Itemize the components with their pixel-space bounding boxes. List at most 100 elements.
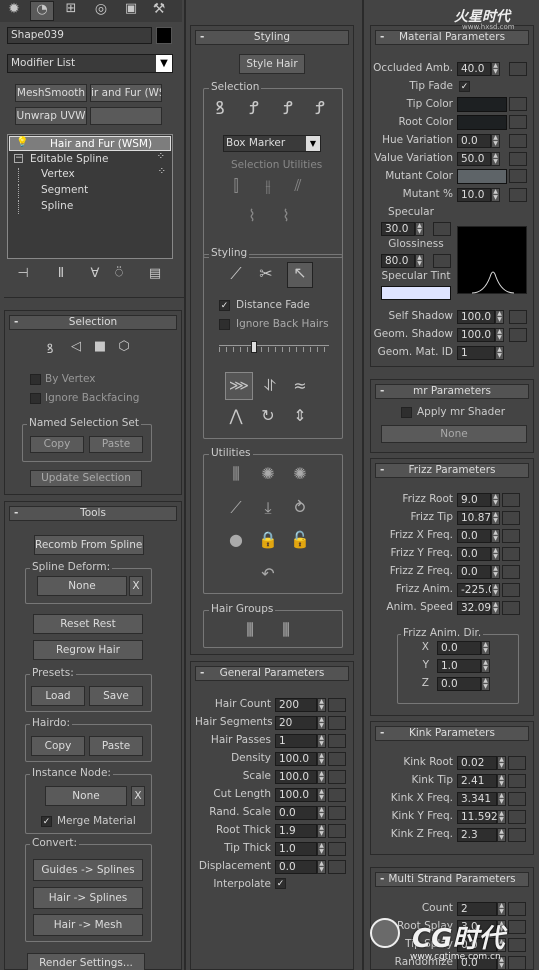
light-bulb-icon[interactable]: 💡 xyxy=(16,137,28,148)
hue-variation-field[interactable]: 0.0 xyxy=(457,134,491,148)
remove-modifier-icon[interactable]: ⍥ xyxy=(110,266,128,281)
param-map-button[interactable] xyxy=(328,842,346,856)
guides-to-splines-button[interactable]: Guides -> Splines xyxy=(33,859,143,881)
translate-tool-icon[interactable]: ⋙ xyxy=(225,372,253,400)
object-name-field[interactable]: Shape039 xyxy=(7,27,152,44)
hair-to-mesh-button[interactable]: Hair -> Mesh xyxy=(33,914,143,936)
param-value-field[interactable]: 2.3 xyxy=(457,828,497,842)
modifier-stack[interactable]: 💡 Hair and Fur (WSM) − Editable Spline ⁘… xyxy=(7,134,173,259)
recomb-icon[interactable]: ⤓ xyxy=(257,498,279,518)
mutant-color-swatch[interactable] xyxy=(457,169,507,184)
value-variation-map-button[interactable] xyxy=(509,152,527,166)
param-map-button[interactable] xyxy=(328,806,346,820)
hair-fur-button[interactable]: ir and Fur (WS xyxy=(90,84,162,102)
geom-shadow-field[interactable]: 100.0 xyxy=(457,328,495,342)
param-value-field[interactable]: 100.0 xyxy=(275,770,317,784)
geom-shadow-map-button[interactable] xyxy=(509,328,527,342)
hide-selected-icon[interactable]: ⌇ xyxy=(241,206,263,225)
param-map-button[interactable] xyxy=(328,824,346,838)
rollout-header[interactable]: - Selection xyxy=(9,315,177,330)
param-map-button[interactable] xyxy=(328,716,346,730)
param-value-field[interactable]: 0.02 xyxy=(457,756,497,770)
param-map-button[interactable] xyxy=(508,756,526,770)
recomb-from-splines-button[interactable]: Recomb From Splines xyxy=(34,535,144,555)
param-map-button[interactable] xyxy=(502,547,520,561)
hair-to-splines-button[interactable]: Hair -> Splines xyxy=(33,887,143,909)
rollout-header[interactable]: - General Parameters xyxy=(195,666,349,681)
utilities-tab-icon[interactable]: ⚒ xyxy=(148,1,170,21)
param-value-field[interactable]: 1 xyxy=(275,734,317,748)
spinner-arrows[interactable]: ▲ ▼ xyxy=(481,659,490,673)
param-map-button[interactable] xyxy=(328,698,346,712)
split-groups-icon[interactable]: ⫼ xyxy=(239,620,261,640)
param-value-field[interactable]: 20 xyxy=(275,716,317,730)
rollout-header[interactable]: - mr Parameters xyxy=(375,384,529,399)
spinner-arrows[interactable]: ▲ ▼ xyxy=(415,222,424,236)
specular-map-button[interactable] xyxy=(433,222,451,236)
param-map-button[interactable] xyxy=(328,860,346,874)
style-hair-button[interactable]: Style Hair xyxy=(239,54,305,74)
attenuate-icon[interactable]: ⫼ xyxy=(225,464,247,484)
spinner-arrows[interactable]: ▲ ▼ xyxy=(497,810,506,824)
mutant-pct-field[interactable]: 10.0 xyxy=(457,188,491,202)
spinner-arrows[interactable]: ▲ ▼ xyxy=(491,511,500,525)
stack-item-hair-fur[interactable]: 💡 Hair and Fur (WSM) xyxy=(9,136,171,151)
param-value-field[interactable]: 32.09 xyxy=(457,601,491,615)
param-map-button[interactable] xyxy=(508,810,526,824)
toggle-collisions-icon[interactable]: ⟋ xyxy=(225,498,247,518)
create-tab-icon[interactable]: ✹ xyxy=(3,1,25,21)
param-map-button[interactable] xyxy=(502,583,520,597)
param-value-field[interactable]: 11.592 xyxy=(457,810,498,824)
meshsmooth-button[interactable]: MeshSmooth xyxy=(15,84,87,102)
param-map-button[interactable] xyxy=(328,734,346,748)
instance-node-clear-button[interactable]: X xyxy=(131,786,145,806)
rollout-header[interactable]: - Tools xyxy=(9,506,177,521)
spinner-arrows[interactable]: ▲ ▼ xyxy=(317,698,326,712)
select-guide-vertices-icon[interactable]: Ꝭ xyxy=(277,96,299,120)
collapse-minus-icon[interactable]: − xyxy=(14,154,23,163)
rollout-header[interactable]: - Material Parameters xyxy=(375,30,529,45)
param-map-button[interactable] xyxy=(502,565,520,579)
puff-roots-icon[interactable]: ≈ xyxy=(289,376,311,395)
ignore-backfacing-checkbox[interactable] xyxy=(30,393,41,404)
rollout-header[interactable]: - Multi Strand Parameters xyxy=(375,872,529,887)
param-value-field[interactable]: 100.0 xyxy=(275,752,317,766)
display-tab-icon[interactable]: ▣ xyxy=(120,1,142,21)
spline-deform-none-button[interactable]: None xyxy=(37,576,127,596)
expand-selection-icon[interactable]: ⫽ xyxy=(287,176,309,196)
spinner-arrows[interactable]: ▲ ▼ xyxy=(317,752,326,766)
empty-modifier-button[interactable] xyxy=(90,107,162,125)
param-map-button[interactable] xyxy=(328,752,346,766)
show-hidden-icon[interactable]: ⌇ xyxy=(275,206,297,225)
load-preset-button[interactable]: Load xyxy=(31,686,85,706)
spinner-arrows[interactable]: ▲ ▼ xyxy=(491,565,500,579)
root-color-map-button[interactable] xyxy=(509,115,527,129)
pin-stack-icon[interactable]: ⊣ xyxy=(14,266,32,281)
param-map-button[interactable] xyxy=(502,493,520,507)
mutant-pct-map-button[interactable] xyxy=(509,188,527,202)
segment-select-icon[interactable]: ◁ xyxy=(67,339,85,354)
make-unique-icon[interactable]: ∀ xyxy=(86,266,104,281)
select-whole-guide-icon[interactable]: Ꝭ xyxy=(243,96,265,120)
spinner-arrows[interactable]: ▲ ▼ xyxy=(491,493,500,507)
marker-type-dropdown[interactable]: Box Marker ▼ xyxy=(223,135,321,152)
save-preset-button[interactable]: Save xyxy=(89,686,143,706)
lock-icon[interactable]: 🔒 xyxy=(257,530,279,549)
spinner-arrows[interactable]: ▲ ▼ xyxy=(481,641,490,655)
motion-tab-icon[interactable]: ◎ xyxy=(90,1,112,21)
toggle-hair-icon[interactable]: ● xyxy=(225,530,247,549)
param-value-field[interactable]: 0.0 xyxy=(457,565,491,579)
param-map-button[interactable] xyxy=(508,792,526,806)
clump-tool-icon[interactable]: ⋀ xyxy=(225,406,247,425)
paste-hairdo-button[interactable]: Paste xyxy=(89,736,143,756)
param-map-button[interactable] xyxy=(502,529,520,543)
hair-brush-icon[interactable]: ⟋ xyxy=(225,264,247,284)
hue-variation-map-button[interactable] xyxy=(509,134,527,148)
spinner-arrows[interactable]: ▲ ▼ xyxy=(491,547,500,561)
spinner-arrows[interactable]: ▲ ▼ xyxy=(491,188,500,202)
invert-selection-icon[interactable]: ⫿ xyxy=(225,176,247,196)
occluded-amb-map-button[interactable] xyxy=(509,62,527,76)
tip-color-map-button[interactable] xyxy=(509,97,527,111)
pop-zero-sized-icon[interactable]: ✺ xyxy=(289,464,311,483)
spinner-arrows[interactable]: ▲ ▼ xyxy=(491,529,500,543)
